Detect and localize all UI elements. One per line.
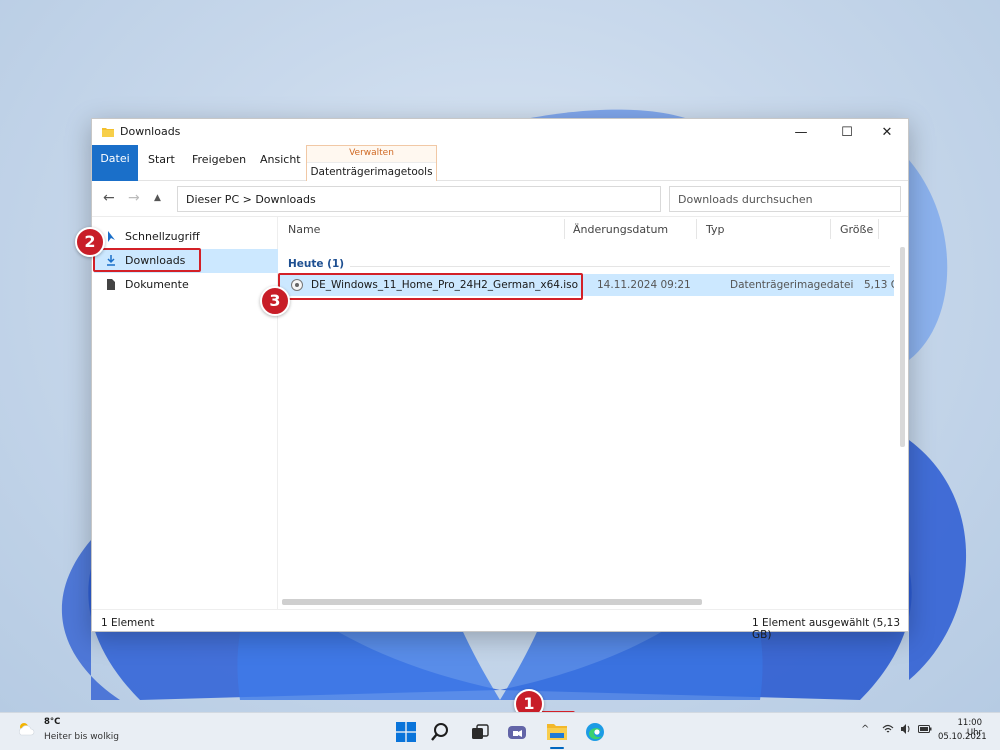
column-header-size[interactable]: Größe — [840, 223, 873, 236]
navigation-pane: Schnellzugriff Downloads Dokumente — [92, 217, 278, 609]
item-count: 1 Element — [101, 617, 155, 629]
column-header-date[interactable]: Änderungsdatum — [573, 223, 668, 236]
tray-icons[interactable] — [882, 724, 932, 737]
step-badge-3: 3 — [260, 286, 290, 316]
horizontal-scrollbar[interactable] — [282, 597, 894, 607]
tab-datei[interactable]: Datei — [92, 145, 138, 181]
edge-glyph — [586, 723, 604, 741]
address-row: ← → ▲ Dieser PC > Downloads Downloads du… — [92, 181, 908, 217]
up-arrow-icon[interactable]: ▲ — [154, 193, 161, 203]
scrollbar-thumb[interactable] — [282, 599, 702, 605]
search-input[interactable]: Downloads durchsuchen — [669, 186, 901, 212]
weather-cloud-sun-icon[interactable] — [16, 721, 36, 737]
folder-glyph — [547, 724, 567, 740]
document-icon — [107, 279, 115, 290]
close-button[interactable]: ✕ — [864, 119, 910, 145]
file-type: Datenträgerimagedatei — [730, 279, 854, 291]
context-tab-group: Verwalten Datenträgerimagetools — [306, 145, 437, 182]
battery-icon — [918, 725, 932, 733]
status-bar: 1 Element 1 Element ausgewählt (5,13 GB) — [92, 609, 908, 641]
column-header-type[interactable]: Typ — [706, 223, 725, 236]
context-group-label: Verwalten — [349, 148, 394, 158]
volume-icon — [901, 724, 910, 734]
title-bar[interactable]: Downloads — ☐ ✕ — [92, 119, 908, 145]
vertical-scrollbar[interactable] — [898, 239, 906, 597]
active-app-indicator — [550, 747, 564, 749]
clock-date[interactable]: 05.10.2021 — [938, 732, 987, 742]
task-view-glyph — [472, 724, 489, 739]
tray-chevron-up-icon[interactable]: ^ — [861, 724, 869, 735]
search-icon[interactable] — [428, 720, 452, 744]
forward-arrow-icon[interactable]: → — [128, 190, 140, 206]
nav-item-dokumente[interactable]: Dokumente — [94, 273, 278, 297]
scrollbar-thumb[interactable] — [900, 247, 905, 447]
edge-icon[interactable] — [583, 720, 607, 744]
chat-glyph — [508, 726, 526, 739]
task-view-icon[interactable] — [468, 720, 492, 744]
nav-item-label: Dokumente — [125, 278, 189, 291]
taskbar: 8°C Heiter bis wolkig ^ 11:00 Uhr 05.10.… — [0, 712, 1000, 750]
tab-freigeben[interactable]: Freigeben — [192, 150, 246, 172]
windows-start-icon[interactable] — [394, 720, 418, 744]
column-separator — [878, 219, 879, 239]
group-header-heute[interactable]: Heute (1) — [288, 258, 344, 270]
column-header-name[interactable]: Name — [288, 223, 320, 236]
highlight-iso-file — [278, 273, 583, 300]
ribbon: Datei Start Freigeben Ansicht Verwalten … — [92, 145, 908, 182]
tab-start[interactable]: Start — [148, 150, 175, 172]
column-separator — [830, 219, 831, 239]
highlight-downloads — [93, 248, 201, 272]
weather-temperature[interactable]: 8°C — [44, 717, 60, 727]
minimize-button[interactable]: — — [778, 119, 824, 145]
window-title: Downloads — [120, 125, 181, 138]
nav-item-schnellzugriff[interactable]: Schnellzugriff — [94, 225, 278, 249]
back-arrow-icon[interactable]: ← — [103, 190, 115, 206]
wifi-icon — [882, 724, 894, 733]
windows-logo — [396, 722, 416, 742]
file-size: 5,13 GB — [864, 279, 894, 291]
weather-description[interactable]: Heiter bis wolkig — [44, 732, 119, 742]
tab-ansicht[interactable]: Ansicht — [260, 150, 301, 172]
pin-icon — [108, 231, 115, 242]
file-explorer-icon[interactable] — [545, 720, 569, 744]
tab-datentraegerimagetools[interactable]: Datenträgerimagetools — [307, 162, 436, 182]
column-separator — [564, 219, 565, 239]
folder-icon — [102, 128, 114, 137]
address-bar[interactable]: Dieser PC > Downloads — [177, 186, 661, 212]
column-separator — [696, 219, 697, 239]
step-badge-2: 2 — [75, 227, 105, 257]
selection-info: 1 Element ausgewählt (5,13 GB) — [752, 617, 901, 641]
nav-item-label: Schnellzugriff — [125, 230, 200, 243]
group-divider — [350, 266, 890, 267]
file-date: 14.11.2024 09:21 — [597, 279, 691, 291]
file-explorer-window: Downloads — ☐ ✕ Datei Start Freigeben An… — [91, 118, 909, 641]
chat-icon[interactable] — [505, 720, 529, 744]
magnifier-glyph — [431, 723, 448, 741]
